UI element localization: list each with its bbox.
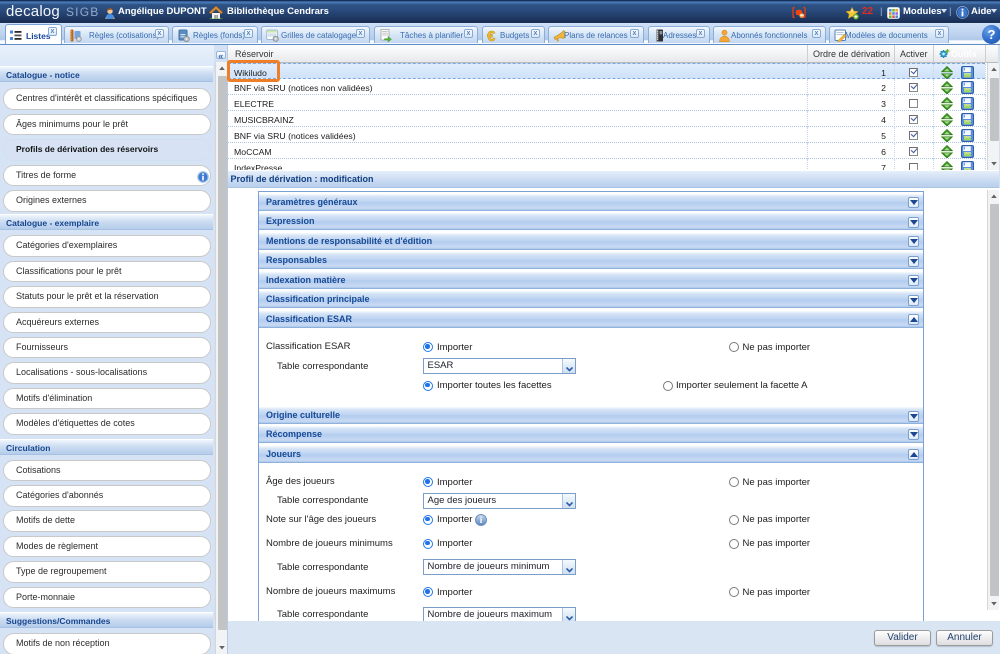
svg-text:€: € [487, 29, 496, 42]
